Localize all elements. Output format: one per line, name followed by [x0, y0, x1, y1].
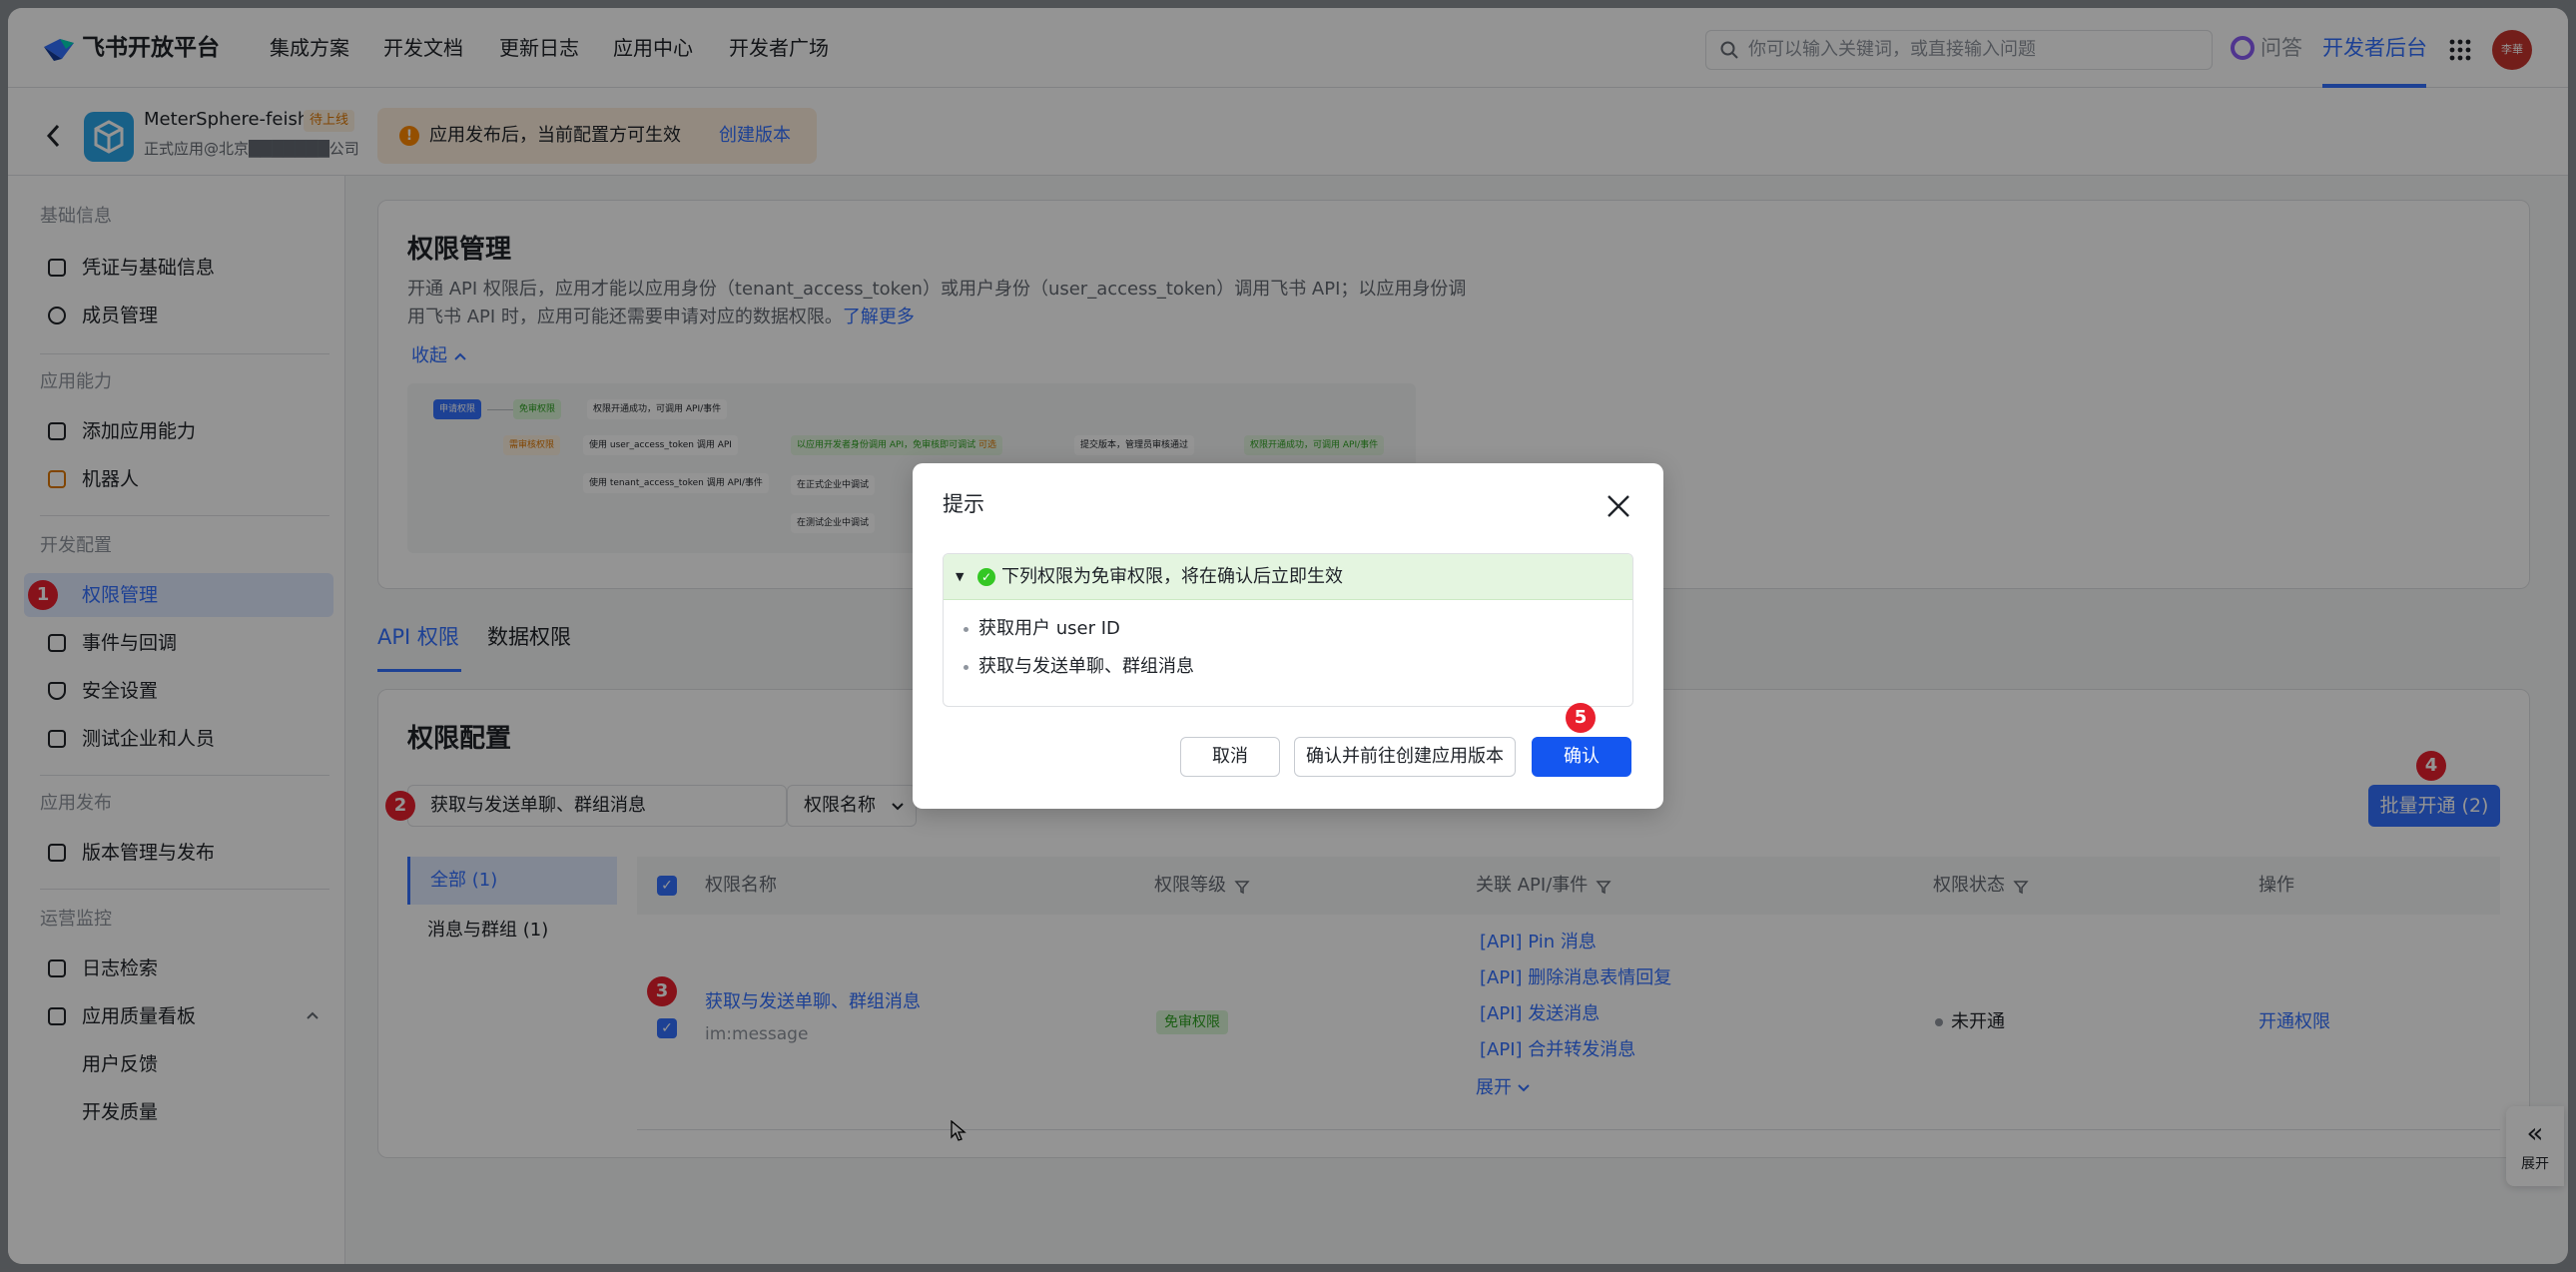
confirm-and-create-version-button[interactable]: 确认并前往创建应用版本: [1294, 737, 1516, 777]
bullet: [964, 626, 968, 632]
close-icon[interactable]: [1606, 493, 1631, 519]
list-item-text: 获取与发送单聊、群组消息: [978, 656, 1194, 677]
list-item-text: 获取用户 user ID: [978, 618, 1120, 639]
list-item: 获取用户 user ID: [964, 614, 1120, 644]
caret-down-icon: ▼: [956, 570, 965, 583]
list-item: 获取与发送单聊、群组消息: [964, 652, 1194, 682]
alert-header[interactable]: ▼ ✓ 下列权限为免审权限，将在确认后立即生效: [944, 554, 1632, 600]
confirm-dialog: 提示 ▼ ✓ 下列权限为免审权限，将在确认后立即生效 获取用户 user ID …: [913, 463, 1663, 809]
check-circle-icon: ✓: [977, 568, 995, 586]
alert-text: 下列权限为免审权限，将在确认后立即生效: [1001, 566, 1343, 587]
dialog-title: 提示: [943, 492, 984, 516]
step-badge-5: 5: [1566, 703, 1596, 733]
free-permission-alert: ▼ ✓ 下列权限为免审权限，将在确认后立即生效 获取用户 user ID 获取与…: [943, 553, 1633, 707]
bullet: [964, 664, 968, 670]
confirm-button[interactable]: 确认: [1532, 737, 1631, 777]
cancel-button[interactable]: 取消: [1180, 737, 1280, 777]
